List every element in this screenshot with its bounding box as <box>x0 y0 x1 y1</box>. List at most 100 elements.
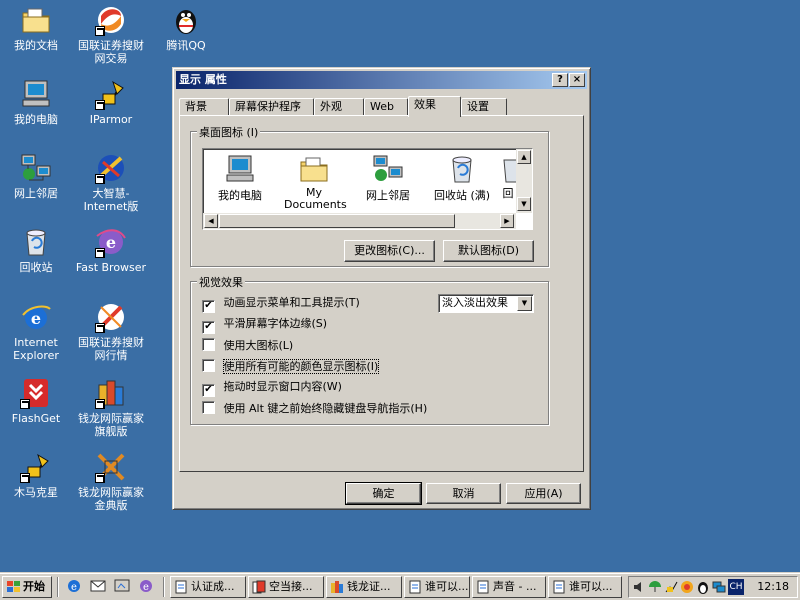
tab-background[interactable]: 背景 <box>179 98 229 116</box>
checkbox[interactable] <box>202 338 215 351</box>
desktop-icon-label: 腾讯QQ <box>166 39 206 52</box>
desktop-icon-flashget[interactable]: FlashGet <box>0 377 74 425</box>
change-icon-button[interactable]: 更改图标(C)... <box>344 240 435 262</box>
checkbox-row[interactable]: 使用 Alt 键之前始终隐藏键盘导航指示(H) <box>202 401 427 417</box>
display-properties-window: 显示 属性 ? × 背景 屏幕保护程序 外观 Web 效果 设置 桌面图标 (I… <box>172 67 591 510</box>
fast-browser-small-icon[interactable]: e <box>138 578 154 594</box>
checkbox-row[interactable]: 使用大图标(L) <box>202 338 293 354</box>
desktop-icon-internet-explorer[interactable]: e Internet Explorer <box>0 301 74 362</box>
document-icon <box>409 580 421 594</box>
checkbox-label: 使用所有可能的颜色显示图标(I) <box>222 359 380 374</box>
task-label: 空当接... <box>269 580 313 593</box>
task-button[interactable]: 认证成... <box>170 576 246 598</box>
network-tray-icon[interactable] <box>712 580 726 594</box>
task-label: 钱龙证... <box>347 580 391 593</box>
start-button[interactable]: 开始 <box>2 576 52 598</box>
chevron-down-icon[interactable]: ▼ <box>517 296 532 311</box>
desktop-icon-guolian-trade[interactable]: 国联证券搜财网交易 <box>73 4 149 65</box>
input-language-indicator[interactable]: CH <box>728 579 744 595</box>
scroll-down-icon[interactable]: ▼ <box>517 197 531 211</box>
desktop-icon-qq[interactable]: 腾讯QQ <box>148 4 224 52</box>
tab-screensaver[interactable]: 屏幕保护程序 <box>229 98 314 116</box>
iparmor-icon <box>95 78 127 110</box>
checkbox-label: 使用 Alt 键之前始终隐藏键盘导航指示(H) <box>223 402 428 415</box>
desktop-icon-label: 钱龙网际赢家旗舰版 <box>78 412 144 438</box>
checkbox-label: 拖动时显示窗口内容(W) <box>223 380 342 393</box>
horizontal-scrollbar[interactable]: ◀ ▶ <box>203 213 516 229</box>
default-icon-button[interactable]: 默认图标(D) <box>443 240 534 262</box>
desktop-icon-guolian-market[interactable]: 国联证券搜财网行情 <box>73 301 149 362</box>
desktop-icon-qianlong-classic[interactable]: 钱龙网际赢家金典版 <box>73 451 149 512</box>
checkbox-row[interactable]: 使用所有可能的颜色显示图标(I) <box>202 359 380 375</box>
scroll-right-icon[interactable]: ▶ <box>500 214 514 228</box>
desktop-icon-recycle-bin[interactable]: 回收站 <box>0 226 74 274</box>
separator <box>57 577 59 597</box>
task-label: 认证成... <box>191 580 235 593</box>
checkbox[interactable]: ✔ <box>202 321 215 334</box>
desktop-icon-label: Internet Explorer <box>13 336 59 362</box>
tab-effects[interactable]: 效果 <box>408 96 461 117</box>
checkbox-row[interactable]: ✔ 拖动时显示窗口内容(W) <box>202 380 342 397</box>
document-icon <box>175 580 187 594</box>
desktop-icon-label: 我的文档 <box>14 39 58 52</box>
vertical-scrollbar[interactable]: ▲ ▼ <box>516 149 532 213</box>
desktop-icon-fast-browser[interactable]: e Fast Browser <box>73 226 149 274</box>
desktop-icon-my-computer[interactable]: 我的电脑 <box>0 78 74 126</box>
checkbox-row[interactable]: ✔ 平滑屏幕字体边缘(S) <box>202 317 327 334</box>
flashget-icon <box>20 377 52 409</box>
title-bar[interactable]: 显示 属性 ? × <box>176 71 587 89</box>
help-button[interactable]: ? <box>552 73 568 87</box>
show-desktop-icon[interactable] <box>114 578 130 594</box>
task-button[interactable]: 谁可以... <box>548 576 622 598</box>
tab-appearance[interactable]: 外观 <box>314 98 364 116</box>
task-button[interactable]: 声音 - ... <box>472 576 546 598</box>
umbrella-icon[interactable] <box>648 580 662 594</box>
tab-web[interactable]: Web <box>364 98 408 116</box>
desktop-icon-network[interactable]: 网上邻居 <box>0 152 74 200</box>
desktop-icon-my-documents[interactable]: 我的文档 <box>0 4 74 52</box>
scroll-up-icon[interactable]: ▲ <box>517 150 531 164</box>
close-button[interactable]: × <box>569 73 585 87</box>
scroll-thumb[interactable] <box>219 214 455 228</box>
trojan-killer-icon <box>20 451 52 483</box>
effect-select[interactable]: 淡入淡出效果 ▼ <box>438 294 534 313</box>
desktop-icon-dazhihui[interactable]: 大智慧-Internet版 <box>73 152 149 213</box>
desktop-icon-label: Fast Browser <box>75 261 147 274</box>
checkbox[interactable] <box>202 401 215 414</box>
task-button[interactable]: 谁可以... <box>404 576 470 598</box>
desktop-icon-trojan-killer[interactable]: 木马克星 <box>0 451 74 499</box>
tab-settings[interactable]: 设置 <box>461 98 507 116</box>
guolian-market-icon <box>95 301 127 333</box>
iparmor-tray-icon[interactable] <box>664 580 678 594</box>
list-item[interactable]: 我的电脑 <box>203 153 277 203</box>
checkbox[interactable]: ✔ <box>202 384 215 397</box>
checkbox[interactable] <box>202 359 215 372</box>
checkbox-row[interactable]: ✔ 动画显示菜单和工具提示(T) <box>202 296 360 313</box>
separator <box>163 577 165 597</box>
desktop-icon-iparmor[interactable]: IParmor <box>73 78 149 126</box>
network-icon <box>373 155 403 181</box>
desktop-icon-label: 网上邻居 <box>14 187 58 200</box>
volume-icon[interactable] <box>632 580 646 594</box>
ok-button[interactable]: 确定 <box>345 482 422 505</box>
checkbox[interactable]: ✔ <box>202 300 215 313</box>
qq-tray-icon[interactable] <box>696 580 710 594</box>
internet-explorer-icon[interactable]: e <box>66 578 82 594</box>
list-item-label: 回收站 (满) <box>433 189 491 202</box>
scroll-left-icon[interactable]: ◀ <box>204 214 218 228</box>
apply-button[interactable]: 应用(A) <box>506 483 581 504</box>
desktop-icons-list[interactable]: 我的电脑 My Documents 网上邻居 回收站 (满) 回 ▲ ▼ ◀ ▶ <box>202 148 533 230</box>
desktop-icon-label: 回收站 <box>19 261 53 274</box>
desktop-icon-qianlong-flagship[interactable]: 钱龙网际赢家旗舰版 <box>73 377 149 438</box>
list-item[interactable]: My Documents <box>277 153 351 211</box>
task-button[interactable]: 空当接... <box>248 576 324 598</box>
task-button[interactable]: 钱龙证... <box>326 576 402 598</box>
cancel-button[interactable]: 取消 <box>426 483 501 504</box>
outlook-icon[interactable] <box>90 578 106 594</box>
list-item[interactable]: 回收站 (满) <box>425 153 499 203</box>
clock[interactable]: 12:18 <box>757 577 789 597</box>
antivirus-icon[interactable] <box>680 580 694 594</box>
list-item[interactable]: 网上邻居 <box>351 153 425 203</box>
document-icon <box>553 580 565 594</box>
shortcut-arrow-icon <box>95 473 105 483</box>
